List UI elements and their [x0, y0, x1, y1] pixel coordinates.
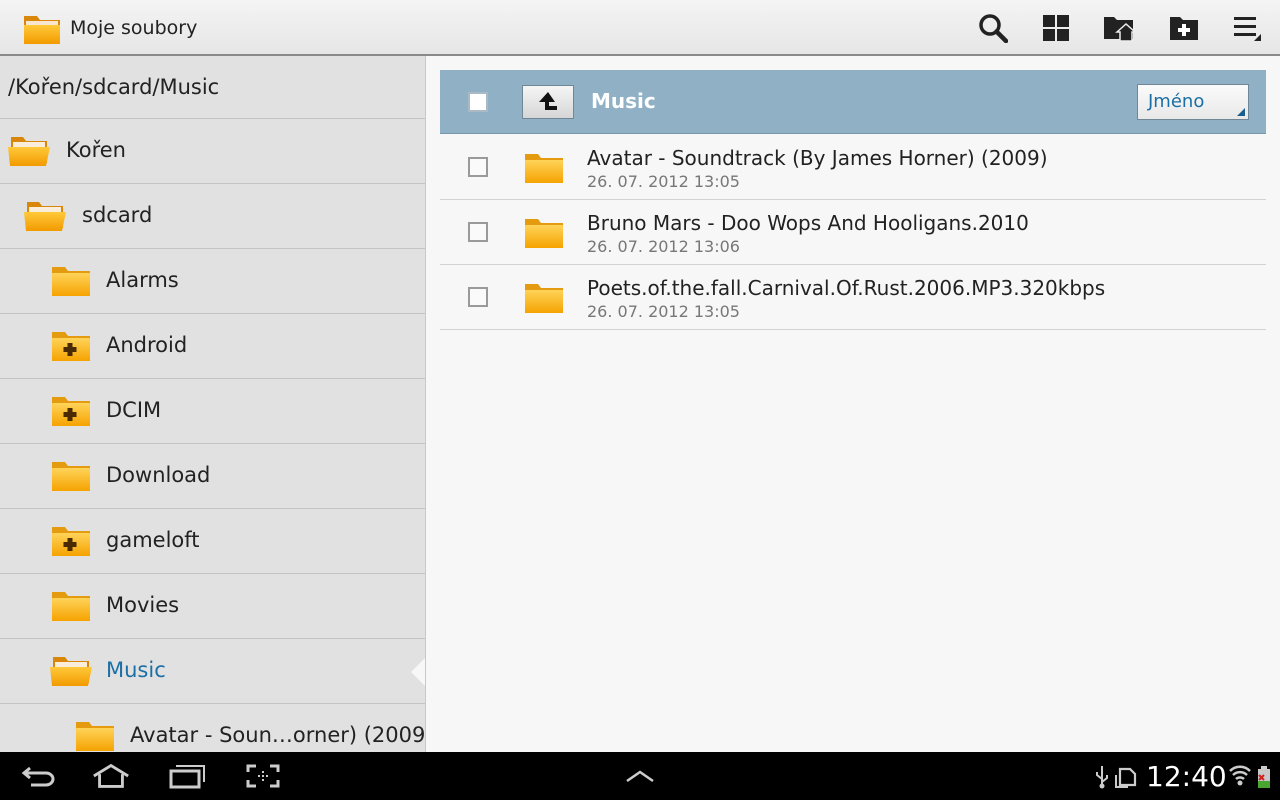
overflow-menu-button[interactable]: [1231, 12, 1263, 44]
folder-plus-icon: [50, 524, 92, 558]
sidebar-item-ko-en[interactable]: Kořen: [0, 119, 425, 184]
sidebar-item-gameloft[interactable]: gameloft: [0, 509, 425, 574]
file-name: Poets.of.the.fall.Carnival.Of.Rust.2006.…: [587, 276, 1106, 300]
folder-open-icon: [24, 199, 66, 233]
chevron-up-icon: [626, 770, 654, 783]
wifi-icon: [1228, 762, 1252, 788]
sidebar-item-label: Avatar - Soun…orner) (2009): [130, 723, 426, 747]
app-title: Moje soubory: [70, 17, 198, 39]
folder-icon: [50, 459, 92, 493]
sidebar-item-download[interactable]: Download: [0, 444, 425, 509]
sidebar-item-label: sdcard: [82, 203, 153, 227]
go-up-button[interactable]: [522, 85, 574, 119]
file-row[interactable]: Poets.of.the.fall.Carnival.Of.Rust.2006.…: [440, 265, 1266, 330]
view-mode-button[interactable]: [1040, 12, 1072, 44]
arrow-up-icon: [539, 92, 557, 110]
home-button[interactable]: [91, 762, 131, 790]
folder-icon: [523, 151, 565, 185]
screenshot-button[interactable]: [243, 762, 283, 790]
list-header: Music Jméno: [440, 70, 1266, 134]
folder-plus-icon: [50, 394, 92, 428]
system-bar: 12:40: [0, 752, 1280, 800]
status-clock: 12:40: [1146, 760, 1227, 793]
sidebar-item-label: Alarms: [106, 268, 179, 292]
search-icon: [979, 14, 1008, 43]
file-list-panel: Music Jméno Avatar - Soundtrack (By Jame…: [426, 56, 1280, 752]
sidebar-item-label: gameloft: [106, 528, 200, 552]
file-date: 26. 07. 2012 13:05: [587, 302, 740, 321]
recent-apps-button[interactable]: [167, 762, 207, 790]
sidebar-item-label: DCIM: [106, 398, 162, 422]
file-row[interactable]: Avatar - Soundtrack (By James Horner) (2…: [440, 135, 1266, 200]
sidebar-item-label: Download: [106, 463, 211, 487]
select-all-checkbox[interactable]: [468, 92, 488, 112]
new-folder-button[interactable]: [1168, 12, 1200, 44]
sidebar-item-avatar-soun-orner-2009[interactable]: Avatar - Soun…orner) (2009): [0, 704, 425, 752]
search-button[interactable]: [977, 12, 1009, 44]
folder-icon: [523, 216, 565, 250]
menu-icon: [1234, 17, 1261, 41]
recent-apps-icon: [169, 765, 205, 789]
sidebar-item-sdcard[interactable]: sdcard: [0, 184, 425, 249]
sidebar-item-music[interactable]: Music: [0, 639, 425, 704]
sort-dropdown[interactable]: Jméno: [1137, 84, 1249, 120]
folder-icon: [523, 281, 565, 315]
screenshot-icon: [246, 764, 280, 788]
folder-icon: [50, 589, 92, 623]
file-row[interactable]: Bruno Mars - Doo Wops And Hooligans.2010…: [440, 200, 1266, 265]
folder-icon: [74, 719, 116, 752]
home-folder-button[interactable]: [1103, 12, 1135, 44]
home-folder-icon: [1104, 17, 1135, 42]
folder-tree-panel: /Kořen/sdcard/Music Kořen sdcard Alarms And…: [0, 56, 426, 752]
folder-icon: [50, 264, 92, 298]
row-checkbox[interactable]: [468, 287, 488, 307]
row-checkbox[interactable]: [468, 157, 488, 177]
home-icon: [93, 763, 129, 788]
row-checkbox[interactable]: [468, 222, 488, 242]
folder-plus-icon: [50, 329, 92, 363]
sidebar-item-android[interactable]: Android: [0, 314, 425, 379]
view-grid-icon: [1043, 15, 1069, 41]
sync-icon: [1114, 765, 1138, 789]
sidebar-item-alarms[interactable]: Alarms: [0, 249, 425, 314]
sidebar-item-label: Music: [106, 658, 166, 682]
usb-icon: [1094, 765, 1110, 789]
selection-indicator: [411, 657, 425, 687]
app-folder-icon: [22, 12, 62, 46]
sidebar-item-label: Kořen: [66, 138, 126, 162]
battery-charging-icon: [1256, 765, 1272, 789]
file-date: 26. 07. 2012 13:06: [587, 237, 740, 256]
folder-open-icon: [50, 654, 92, 688]
folder-open-icon: [8, 134, 50, 168]
new-folder-icon: [1170, 17, 1198, 40]
sort-label: Jméno: [1148, 91, 1205, 112]
current-folder-title: Music: [591, 89, 656, 113]
dropdown-corner-icon: [1237, 108, 1245, 116]
sidebar-item-label: Movies: [106, 593, 180, 617]
quick-panel-button[interactable]: [620, 762, 660, 790]
folder-tree: Kořen sdcard Alarms Android DCIM Download game…: [0, 119, 425, 752]
action-bar: Moje soubory: [0, 0, 1280, 56]
sidebar-item-movies[interactable]: Movies: [0, 574, 425, 639]
sidebar-item-dcim[interactable]: DCIM: [0, 379, 425, 444]
file-date: 26. 07. 2012 13:05: [587, 172, 740, 191]
file-name: Bruno Mars - Doo Wops And Hooligans.2010: [587, 211, 1029, 235]
sidebar-item-label: Android: [106, 333, 188, 357]
file-name: Avatar - Soundtrack (By James Horner) (2…: [587, 146, 1048, 170]
back-icon: [21, 766, 55, 787]
back-button[interactable]: [19, 762, 59, 790]
breadcrumb: /Kořen/sdcard/Music: [0, 56, 425, 119]
